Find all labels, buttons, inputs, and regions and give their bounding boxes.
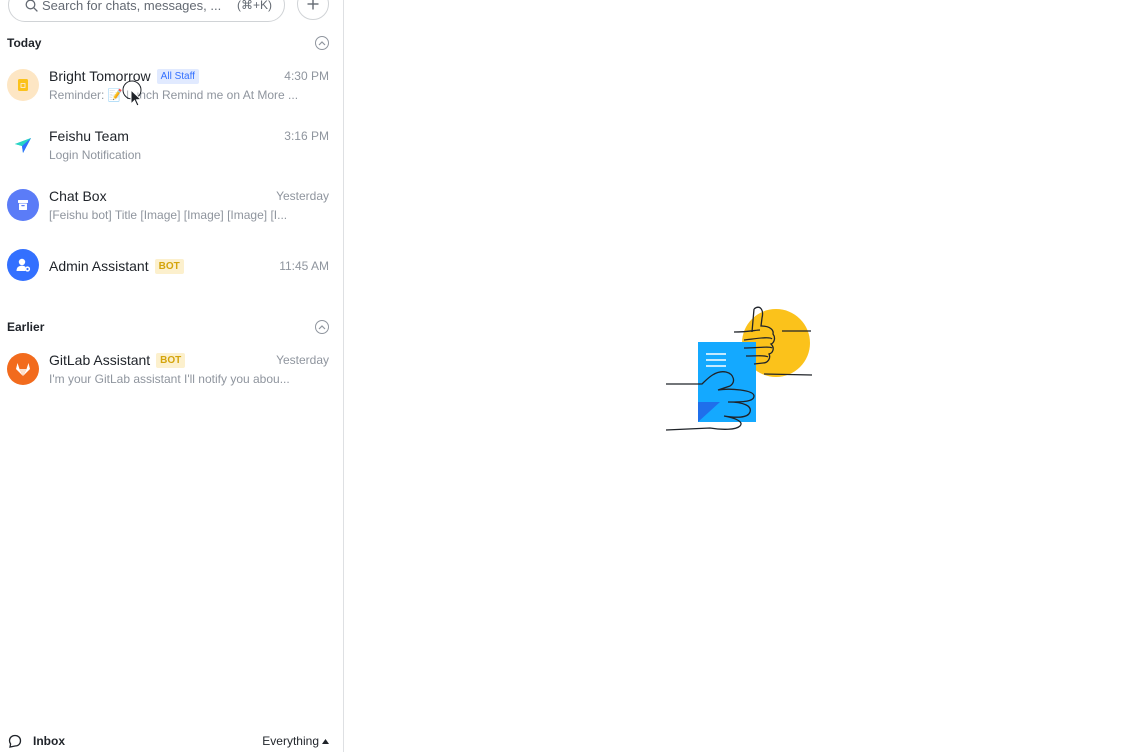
chat-name-row: GitLab Assistant BOT Yesterday bbox=[49, 352, 329, 368]
empty-conversation-panel bbox=[344, 0, 1128, 752]
search-icon bbox=[25, 0, 38, 12]
chat-name: Feishu Team bbox=[49, 128, 129, 144]
box-icon bbox=[7, 189, 39, 221]
paper-plane-icon bbox=[7, 129, 39, 161]
chat-time: 4:30 PM bbox=[284, 69, 329, 83]
chat-bubble-icon bbox=[8, 734, 22, 748]
section-title: Earlier bbox=[7, 320, 45, 334]
chat-sidebar: Search for chats, messages, ... (⌘+K) To… bbox=[0, 0, 343, 752]
chevron-up-circle-icon[interactable] bbox=[315, 36, 329, 50]
chat-preview: Login Notification bbox=[49, 148, 142, 162]
search-shortcut: (⌘+K) bbox=[236, 0, 272, 12]
caret-up-icon bbox=[322, 738, 329, 744]
inbox-label: Inbox bbox=[33, 734, 65, 748]
app-window: Search for chats, messages, ... (⌘+K) To… bbox=[0, 0, 1128, 752]
gitlab-fox-icon bbox=[7, 353, 39, 385]
chat-time: 3:16 PM bbox=[284, 129, 329, 143]
chat-name-row: Admin Assistant BOT 11:45 AM bbox=[49, 258, 329, 274]
chat-name-row: Chat Box Yesterday bbox=[49, 188, 329, 204]
calendar-icon bbox=[7, 69, 39, 101]
filter-dropdown[interactable]: Everything bbox=[262, 734, 329, 748]
inbox-button[interactable]: Inbox bbox=[8, 734, 65, 748]
chat-item-admin-assistant[interactable]: Admin Assistant BOT 11:45 AM bbox=[0, 235, 343, 295]
section-title: Today bbox=[7, 36, 42, 50]
bot-badge: BOT bbox=[154, 258, 184, 274]
section-earlier: Earlier bbox=[7, 318, 329, 336]
chat-preview: Reminder: 📝 Lunch Remind me on At More .… bbox=[49, 88, 299, 102]
add-button[interactable] bbox=[297, 0, 329, 20]
plus-icon bbox=[307, 0, 319, 10]
chat-preview: [Feishu bot] Title [Image] [Image] [Imag… bbox=[49, 208, 288, 222]
sidebar-footer: Inbox Everything bbox=[0, 734, 343, 752]
chat-name: Bright Tomorrow bbox=[49, 68, 151, 84]
search-placeholder: Search for chats, messages, ... bbox=[42, 0, 222, 13]
section-today: Today bbox=[7, 34, 329, 52]
admin-user-icon bbox=[7, 249, 39, 281]
chat-item-bright-tomorrow[interactable]: Bright Tomorrow All Staff 4:30 PM Remind… bbox=[0, 55, 343, 115]
search-input[interactable]: Search for chats, messages, ... (⌘+K) bbox=[8, 0, 285, 22]
filter-label: Everything bbox=[262, 734, 319, 748]
chat-time: 11:45 AM bbox=[279, 259, 329, 273]
thumbs-up-illustration bbox=[665, 306, 813, 431]
chat-item-chat-box[interactable]: Chat Box Yesterday [Feishu bot] Title [I… bbox=[0, 175, 343, 235]
bot-badge: BOT bbox=[156, 352, 186, 368]
chat-item-feishu-team[interactable]: Feishu Team 3:16 PM Login Notification bbox=[0, 115, 343, 175]
chat-name: Chat Box bbox=[49, 188, 107, 204]
all-staff-badge: All Staff bbox=[156, 68, 199, 84]
chat-name: Admin Assistant bbox=[49, 258, 149, 274]
chat-time: Yesterday bbox=[276, 353, 329, 367]
chat-name: GitLab Assistant bbox=[49, 352, 151, 368]
chat-time: Yesterday bbox=[276, 189, 329, 203]
chat-preview: I'm your GitLab assistant I'll notify yo… bbox=[49, 372, 290, 386]
chat-item-gitlab-assistant[interactable]: GitLab Assistant BOT Yesterday I'm your … bbox=[0, 339, 343, 399]
chevron-up-circle-icon[interactable] bbox=[315, 320, 329, 334]
chat-name-row: Bright Tomorrow All Staff 4:30 PM bbox=[49, 68, 329, 84]
chat-name-row: Feishu Team 3:16 PM bbox=[49, 128, 329, 144]
